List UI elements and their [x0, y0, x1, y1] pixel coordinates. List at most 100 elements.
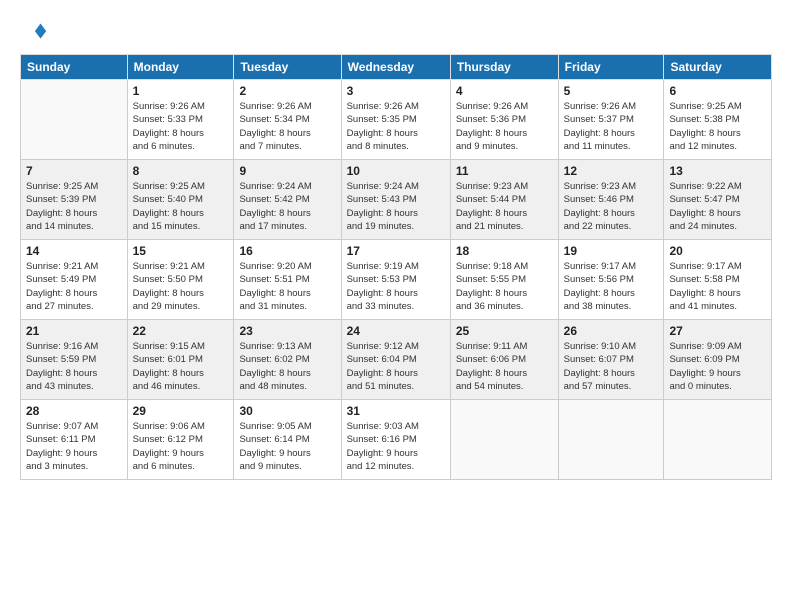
header	[20, 18, 772, 46]
day-number: 22	[133, 324, 229, 338]
day-number: 18	[456, 244, 553, 258]
calendar-cell: 5Sunrise: 9:26 AMSunset: 5:37 PMDaylight…	[558, 80, 664, 160]
day-number: 19	[564, 244, 659, 258]
calendar-week-row: 14 Sunrise: 9:21 AMSunset: 5:49 PMDayligh…	[21, 240, 772, 320]
logo-icon	[20, 18, 48, 46]
calendar-cell: 3 Sunrise: 9:26 AMSunset: 5:35 PMDaylight…	[341, 80, 450, 160]
day-info: Sunrise: 9:26 AMSunset: 5:36 PMDaylight:…	[456, 100, 553, 153]
calendar-week-row: 7 Sunrise: 9:25 AMSunset: 5:39 PMDaylight…	[21, 160, 772, 240]
calendar-week-row: 21Sunrise: 9:16 AMSunset: 5:59 PMDayligh…	[21, 320, 772, 400]
day-info: Sunrise: 9:17 AMSunset: 5:56 PMDaylight:…	[564, 260, 659, 313]
calendar-cell: 19 Sunrise: 9:17 AMSunset: 5:56 PMDayligh…	[558, 240, 664, 320]
day-info: Sunrise: 9:07 AMSunset: 6:11 PMDaylight:…	[26, 420, 122, 473]
calendar-cell: 14 Sunrise: 9:21 AMSunset: 5:49 PMDayligh…	[21, 240, 128, 320]
calendar-cell: 21Sunrise: 9:16 AMSunset: 5:59 PMDayligh…	[21, 320, 128, 400]
calendar-cell: 2 Sunrise: 9:26 AMSunset: 5:34 PMDaylight…	[234, 80, 341, 160]
day-info: Sunrise: 9:25 AMSunset: 5:38 PMDaylight:…	[669, 100, 766, 153]
calendar-cell: 4 Sunrise: 9:26 AMSunset: 5:36 PMDaylight…	[450, 80, 558, 160]
day-info: Sunrise: 9:05 AMSunset: 6:14 PMDaylight:…	[239, 420, 335, 473]
day-number: 9	[239, 164, 335, 178]
day-number: 8	[133, 164, 229, 178]
col-wednesday: Wednesday	[341, 55, 450, 80]
day-info: Sunrise: 9:25 AMSunset: 5:39 PMDaylight:…	[26, 180, 122, 233]
day-info: Sunrise: 9:20 AMSunset: 5:51 PMDaylight:…	[239, 260, 335, 313]
day-info: Sunrise: 9:12 AMSunset: 6:04 PMDaylight:…	[347, 340, 445, 393]
day-number: 14	[26, 244, 122, 258]
calendar-cell: 8 Sunrise: 9:25 AMSunset: 5:40 PMDaylight…	[127, 160, 234, 240]
calendar-cell: 30 Sunrise: 9:05 AMSunset: 6:14 PMDayligh…	[234, 400, 341, 480]
day-number: 13	[669, 164, 766, 178]
day-number: 11	[456, 164, 553, 178]
col-tuesday: Tuesday	[234, 55, 341, 80]
calendar-cell: 28 Sunrise: 9:07 AMSunset: 6:11 PMDayligh…	[21, 400, 128, 480]
day-info: Sunrise: 9:26 AMSunset: 5:35 PMDaylight:…	[347, 100, 445, 153]
day-info: Sunrise: 9:26 AMSunset: 5:33 PMDaylight:…	[133, 100, 229, 153]
calendar-cell	[558, 400, 664, 480]
calendar-cell	[664, 400, 772, 480]
page: Sunday Monday Tuesday Wednesday Thursday…	[0, 0, 792, 612]
day-number: 23	[239, 324, 335, 338]
day-number: 21	[26, 324, 122, 338]
col-saturday: Saturday	[664, 55, 772, 80]
calendar-cell: 16Sunrise: 9:20 AMSunset: 5:51 PMDayligh…	[234, 240, 341, 320]
calendar-cell: 9 Sunrise: 9:24 AMSunset: 5:42 PMDaylight…	[234, 160, 341, 240]
calendar-cell: 18 Sunrise: 9:18 AMSunset: 5:55 PMDayligh…	[450, 240, 558, 320]
col-thursday: Thursday	[450, 55, 558, 80]
calendar-cell: 7 Sunrise: 9:25 AMSunset: 5:39 PMDaylight…	[21, 160, 128, 240]
calendar-cell: 22 Sunrise: 9:15 AMSunset: 6:01 PMDayligh…	[127, 320, 234, 400]
day-number: 4	[456, 84, 553, 98]
calendar-cell: 31 Sunrise: 9:03 AMSunset: 6:16 PMDayligh…	[341, 400, 450, 480]
calendar-cell: 23Sunrise: 9:13 AMSunset: 6:02 PMDayligh…	[234, 320, 341, 400]
calendar-cell: 27Sunrise: 9:09 AMSunset: 6:09 PMDayligh…	[664, 320, 772, 400]
col-friday: Friday	[558, 55, 664, 80]
day-number: 26	[564, 324, 659, 338]
day-info: Sunrise: 9:10 AMSunset: 6:07 PMDaylight:…	[564, 340, 659, 393]
day-info: Sunrise: 9:18 AMSunset: 5:55 PMDaylight:…	[456, 260, 553, 313]
calendar-cell: 13Sunrise: 9:22 AMSunset: 5:47 PMDayligh…	[664, 160, 772, 240]
day-info: Sunrise: 9:25 AMSunset: 5:40 PMDaylight:…	[133, 180, 229, 233]
calendar-cell: 10 Sunrise: 9:24 AMSunset: 5:43 PMDayligh…	[341, 160, 450, 240]
calendar-week-row: 28 Sunrise: 9:07 AMSunset: 6:11 PMDayligh…	[21, 400, 772, 480]
day-number: 2	[239, 84, 335, 98]
day-info: Sunrise: 9:23 AMSunset: 5:44 PMDaylight:…	[456, 180, 553, 233]
day-info: Sunrise: 9:26 AMSunset: 5:34 PMDaylight:…	[239, 100, 335, 153]
day-info: Sunrise: 9:23 AMSunset: 5:46 PMDaylight:…	[564, 180, 659, 233]
day-number: 3	[347, 84, 445, 98]
day-number: 7	[26, 164, 122, 178]
day-info: Sunrise: 9:03 AMSunset: 6:16 PMDaylight:…	[347, 420, 445, 473]
calendar-cell: 29Sunrise: 9:06 AMSunset: 6:12 PMDayligh…	[127, 400, 234, 480]
calendar-header-row: Sunday Monday Tuesday Wednesday Thursday…	[21, 55, 772, 80]
calendar-table: Sunday Monday Tuesday Wednesday Thursday…	[20, 54, 772, 480]
day-info: Sunrise: 9:17 AMSunset: 5:58 PMDaylight:…	[669, 260, 766, 313]
day-info: Sunrise: 9:24 AMSunset: 5:42 PMDaylight:…	[239, 180, 335, 233]
logo	[20, 18, 52, 46]
calendar-cell: 20 Sunrise: 9:17 AMSunset: 5:58 PMDayligh…	[664, 240, 772, 320]
day-number: 30	[239, 404, 335, 418]
calendar-cell: 25Sunrise: 9:11 AMSunset: 6:06 PMDayligh…	[450, 320, 558, 400]
day-info: Sunrise: 9:19 AMSunset: 5:53 PMDaylight:…	[347, 260, 445, 313]
calendar-cell	[21, 80, 128, 160]
calendar-cell	[450, 400, 558, 480]
calendar-cell: 11 Sunrise: 9:23 AMSunset: 5:44 PMDayligh…	[450, 160, 558, 240]
day-number: 28	[26, 404, 122, 418]
day-info: Sunrise: 9:26 AMSunset: 5:37 PMDaylight:…	[564, 100, 659, 153]
day-number: 20	[669, 244, 766, 258]
day-info: Sunrise: 9:11 AMSunset: 6:06 PMDaylight:…	[456, 340, 553, 393]
day-info: Sunrise: 9:21 AMSunset: 5:49 PMDaylight:…	[26, 260, 122, 313]
day-number: 10	[347, 164, 445, 178]
calendar-week-row: 1Sunrise: 9:26 AMSunset: 5:33 PMDaylight…	[21, 80, 772, 160]
day-info: Sunrise: 9:24 AMSunset: 5:43 PMDaylight:…	[347, 180, 445, 233]
day-number: 6	[669, 84, 766, 98]
col-sunday: Sunday	[21, 55, 128, 80]
day-number: 31	[347, 404, 445, 418]
day-number: 12	[564, 164, 659, 178]
day-info: Sunrise: 9:09 AMSunset: 6:09 PMDaylight:…	[669, 340, 766, 393]
day-number: 15	[133, 244, 229, 258]
day-info: Sunrise: 9:21 AMSunset: 5:50 PMDaylight:…	[133, 260, 229, 313]
day-number: 24	[347, 324, 445, 338]
day-info: Sunrise: 9:15 AMSunset: 6:01 PMDaylight:…	[133, 340, 229, 393]
calendar-cell: 17Sunrise: 9:19 AMSunset: 5:53 PMDayligh…	[341, 240, 450, 320]
calendar-cell: 24 Sunrise: 9:12 AMSunset: 6:04 PMDayligh…	[341, 320, 450, 400]
calendar-cell: 26 Sunrise: 9:10 AMSunset: 6:07 PMDayligh…	[558, 320, 664, 400]
calendar-cell: 6 Sunrise: 9:25 AMSunset: 5:38 PMDaylight…	[664, 80, 772, 160]
